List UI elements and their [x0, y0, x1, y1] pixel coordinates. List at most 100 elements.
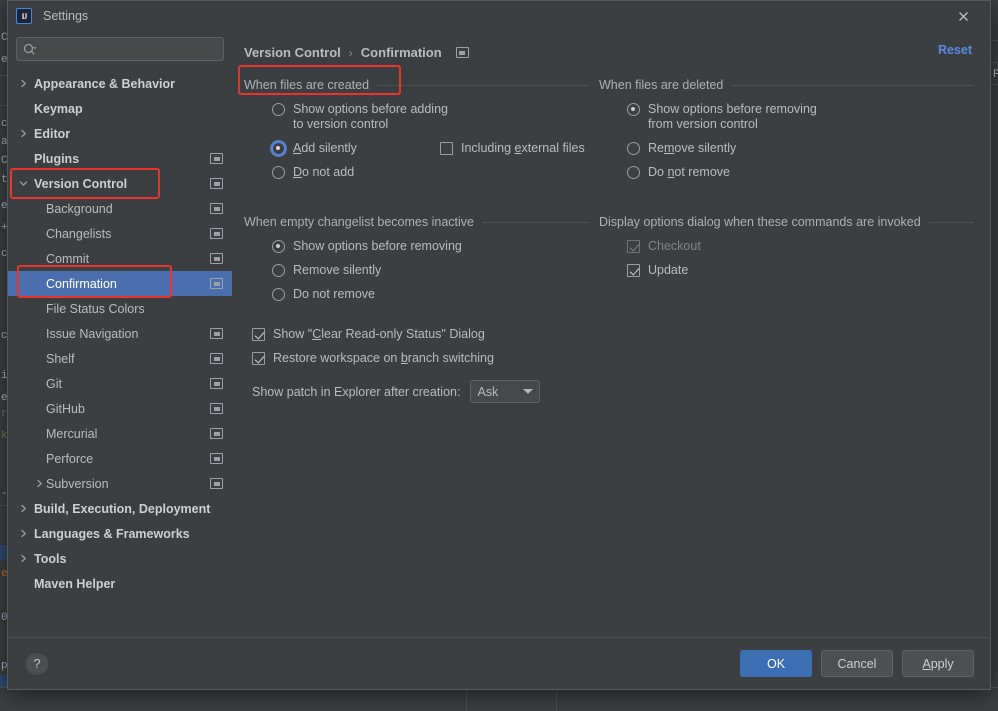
project-settings-icon	[210, 253, 223, 264]
close-button[interactable]	[952, 5, 974, 27]
checkbox-label: Including external files	[461, 141, 585, 155]
sidebar-item-tools[interactable]: Tools	[8, 546, 232, 571]
search-container	[8, 31, 232, 69]
sidebar-item-git[interactable]: Git	[8, 371, 232, 396]
group-divider	[731, 84, 974, 86]
reset-link[interactable]: Reset	[938, 43, 972, 57]
sidebar-item-issue-navigation[interactable]: Issue Navigation	[8, 321, 232, 346]
left-column: When files are created Show options befo…	[244, 78, 589, 403]
help-button[interactable]: ?	[26, 652, 48, 675]
group-header-files-deleted: When files are deleted	[599, 78, 974, 92]
checkbox-update[interactable]: Update	[599, 263, 974, 278]
patch-dropdown[interactable]: Ask	[470, 380, 541, 403]
sidebar-item-keymap[interactable]: Keymap	[8, 96, 232, 121]
chevron-right-icon	[32, 479, 46, 488]
dialog-titlebar: IJ Settings	[8, 1, 990, 31]
radio-indicator	[272, 288, 285, 301]
group-title: When files are deleted	[599, 78, 724, 92]
project-settings-icon	[210, 153, 223, 164]
breadcrumb-leaf: Confirmation	[360, 45, 442, 60]
dialog-title: Settings	[43, 9, 89, 23]
sidebar-item-label: Perforce	[46, 451, 94, 466]
breadcrumb-separator-icon: ›	[348, 45, 353, 60]
radio-label: Do not add	[293, 165, 355, 179]
sidebar-item-editor[interactable]: Editor	[8, 121, 232, 146]
cancel-button[interactable]: Cancel	[821, 650, 893, 677]
radio-indicator	[272, 264, 285, 277]
sidebar-item-shelf[interactable]: Shelf	[8, 346, 232, 371]
sidebar-item-version-control[interactable]: Version Control	[8, 171, 232, 196]
chevron-right-icon	[16, 129, 30, 138]
close-icon	[958, 11, 968, 21]
sidebar-item-label: Shelf	[46, 351, 75, 366]
sidebar-item-label: Tools	[34, 551, 67, 566]
checkbox-indicator	[440, 142, 453, 155]
breadcrumb-root[interactable]: Version Control	[244, 45, 341, 60]
sidebar-item-label: GitHub	[46, 401, 85, 416]
sidebar-item-confirmation[interactable]: Confirmation	[8, 271, 232, 296]
bg-text-fragment: F	[993, 68, 998, 80]
settings-dialog: IJ Settings Appearance & Behavior Keymap…	[7, 0, 991, 690]
checkbox-checkout[interactable]: Checkout	[599, 239, 974, 254]
project-settings-icon	[210, 203, 223, 214]
radio-show-options-before-removing[interactable]: Show options before removing from versio…	[599, 102, 974, 132]
group-header-display-options-dialog: Display options dialog when these comman…	[599, 215, 974, 229]
search-input[interactable]	[38, 41, 217, 57]
checkbox-including-external-files[interactable]: Including external files	[440, 141, 585, 156]
radio-show-options-before-adding[interactable]: Show options before adding to version co…	[244, 102, 589, 132]
checkbox-restore-workspace[interactable]: Restore workspace on branch switching	[244, 351, 589, 366]
sidebar-item-label: Appearance & Behavior	[34, 76, 176, 91]
project-settings-icon	[455, 47, 469, 58]
sidebar-item-maven-helper[interactable]: Maven Helper	[8, 571, 232, 596]
sidebar-item-mercurial[interactable]: Mercurial	[8, 421, 232, 446]
project-settings-icon	[210, 228, 223, 239]
checkbox-clear-readonly-dialog[interactable]: Show "Clear Read-only Status" Dialog	[244, 327, 589, 342]
sidebar-item-appearance-behavior[interactable]: Appearance & Behavior	[8, 71, 232, 96]
sidebar-item-label: Issue Navigation	[46, 326, 139, 341]
sidebar-item-label: Plugins	[34, 151, 80, 166]
sidebar-item-label: Confirmation	[46, 276, 117, 291]
sidebar-item-plugins[interactable]: Plugins	[8, 146, 232, 171]
sidebar-item-background[interactable]: Background	[8, 196, 232, 221]
dialog-body: Appearance & Behavior Keymap Editor Plugins…	[8, 31, 990, 637]
sidebar-item-build-execution-deployment[interactable]: Build, Execution, Deployment	[8, 496, 232, 521]
radio-label: Remove silently	[293, 263, 382, 277]
radio-add-silently[interactable]: Add silently	[272, 141, 414, 156]
chevron-down-icon	[523, 389, 534, 394]
radio-label: Show options before adding to version co…	[293, 102, 448, 131]
sidebar-item-languages-frameworks[interactable]: Languages & Frameworks	[8, 521, 232, 546]
patch-dropdown-value: Ask	[477, 384, 499, 399]
ide-status-bar	[0, 687, 998, 711]
search-box[interactable]	[16, 37, 224, 61]
settings-sidebar: Appearance & Behavior Keymap Editor Plugins…	[8, 31, 232, 637]
radio-label: Add silently	[293, 141, 357, 155]
radio-label: Show options before removing from versio…	[648, 102, 817, 131]
sidebar-item-label: Editor	[34, 126, 71, 141]
sidebar-item-label: Keymap	[34, 101, 83, 116]
radio-indicator	[272, 142, 285, 155]
dialog-footer: ? OK Cancel Apply	[8, 637, 990, 689]
sidebar-item-label: Background	[46, 201, 113, 216]
chevron-right-icon	[16, 554, 30, 563]
breadcrumb: Version Control › Confirmation	[244, 45, 974, 60]
sidebar-item-github[interactable]: GitHub	[8, 396, 232, 421]
radio-indicator	[272, 240, 285, 253]
sidebar-item-changelists[interactable]: Changelists	[8, 221, 232, 246]
radio-remove-silently[interactable]: Remove silently	[599, 141, 974, 156]
radio-changelist-show-options[interactable]: Show options before removing	[244, 239, 589, 254]
chevron-right-icon	[16, 79, 30, 88]
radio-label: Do not remove	[648, 165, 730, 179]
radio-changelist-remove-silently[interactable]: Remove silently	[244, 263, 589, 278]
sidebar-item-commit[interactable]: Commit	[8, 246, 232, 271]
sidebar-item-subversion[interactable]: Subversion	[8, 471, 232, 496]
radio-do-not-remove[interactable]: Do not remove	[599, 165, 974, 180]
sidebar-item-label: File Status Colors	[46, 301, 145, 316]
apply-button[interactable]: Apply	[902, 650, 974, 677]
project-settings-icon	[210, 453, 223, 464]
bg-divider	[556, 687, 557, 711]
radio-changelist-do-not-remove[interactable]: Do not remove	[244, 287, 589, 302]
ok-button[interactable]: OK	[740, 650, 812, 677]
radio-do-not-add[interactable]: Do not add	[244, 165, 589, 180]
sidebar-item-perforce[interactable]: Perforce	[8, 446, 232, 471]
sidebar-item-file-status-colors[interactable]: File Status Colors	[8, 296, 232, 321]
